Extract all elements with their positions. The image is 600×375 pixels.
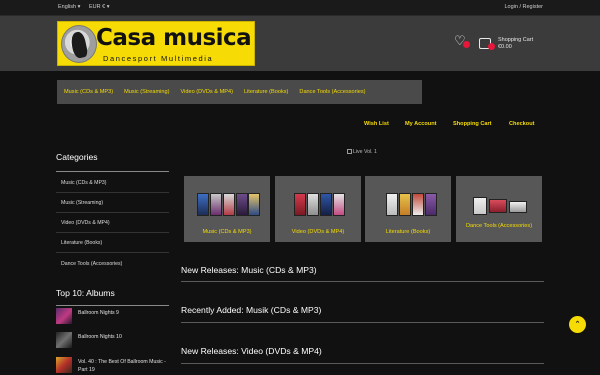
cart-button[interactable] [479,36,495,50]
album-cover [56,332,72,348]
tile-video[interactable]: Video (DVDs & MP4) [275,176,361,242]
tile-literature[interactable]: Literature (Books) [365,176,451,242]
banner-alt-text: Live Vol. 1 [353,149,377,155]
logo-disc-icon [61,25,97,63]
checkout-link[interactable]: Checkout [509,121,535,127]
cart-total: €0.00 [498,43,512,50]
album-item[interactable]: Ballroom Nights 10 [56,332,169,350]
section-title: New Releases: Video (DVDs & MP4) [181,346,322,356]
broken-image-icon [347,149,352,154]
tile-label: Video (DVDs & MP4) [291,229,345,235]
top-bar: English ▾ EUR € ▾ Login / Register [0,0,600,16]
sidebar-item-music-cds[interactable]: Music (CDs & MP3) [61,180,107,186]
tile-dance-tools[interactable]: Dance Tools (Accessories) [456,176,542,242]
tile-image [374,191,442,219]
sidebar-item-literature[interactable]: Literature (Books) [61,240,102,246]
site-logo[interactable]: Casa musica Dancesport Multimedia [57,21,255,66]
category-nav: Music (CDs & MP3) Music (Streaming) Vide… [57,80,422,104]
album-item[interactable]: Vol. 40 : The Best Of Ballroom Music - P… [56,357,169,375]
section-title: Recently Added: Musik (CDs & MP3) [181,305,322,315]
album-title: Ballroom Nights 10 [78,334,122,340]
nav-music-streaming[interactable]: Music (Streaming) [124,89,169,95]
logo-title: Casa musica [96,25,252,51]
divider [56,232,169,233]
divider [56,212,169,213]
album-title: Ballroom Nights 9 [78,310,119,316]
section-title: New Releases: Music (CDs & MP3) [181,265,317,275]
categories-divider [56,171,169,172]
top10-divider [56,305,169,306]
wishlist-link[interactable]: Wish List [364,121,389,127]
language-selector[interactable]: English ▾ [58,4,80,10]
nav-music-cds[interactable]: Music (CDs & MP3) [64,89,113,95]
tile-label: Literature (Books) [385,229,431,235]
nav-video[interactable]: Video (DVDs & MP4) [181,89,233,95]
currency-selector[interactable]: EUR € ▾ [89,4,110,10]
tile-music-cds[interactable]: Music (CDs & MP3) [184,176,270,242]
album-title: Vol. 40 : The Best Of Ballroom Music - P… [78,359,166,373]
nav-literature[interactable]: Literature (Books) [244,89,288,95]
sidebar-item-dance-tools[interactable]: Dance Tools (Accessories) [61,261,122,267]
album-cover [56,308,72,324]
tile-label: Dance Tools (Accessories) [465,223,533,229]
nav-dance-tools[interactable]: Dance Tools (Accessories) [299,89,365,95]
divider [56,252,169,253]
banner-image-placeholder[interactable]: Live Vol. 1 [347,149,377,155]
tile-image [465,191,533,219]
tile-image [193,191,261,219]
categories-heading: Categories [56,152,98,162]
top10-heading: Top 10: Albums [56,288,115,298]
section-divider [181,322,544,323]
album-item[interactable]: Ballroom Nights 9 [56,308,169,326]
album-cover [56,357,72,373]
cart-title: Shopping Cart [498,37,534,43]
tile-image [284,191,352,219]
header: Casa musica Dancesport Multimedia ♡ Shop… [0,16,600,71]
scroll-to-top-button[interactable]: ⌃ [569,316,586,333]
cart-summary[interactable]: Shopping Cart €0.00 [498,37,533,50]
tile-label: Music (CDs & MP3) [202,229,252,235]
my-account-link[interactable]: My Account [405,121,437,127]
section-divider [181,363,544,364]
wishlist-badge [463,41,470,48]
section-divider [181,281,544,282]
login-register-link[interactable]: Login / Register [504,4,543,10]
chevron-up-icon: ⌃ [574,321,581,328]
sidebar-item-music-streaming[interactable]: Music (Streaming) [61,200,103,206]
wishlist-button[interactable]: ♡ [454,33,470,48]
logo-subtitle: Dancesport Multimedia [103,54,214,63]
divider [56,192,169,193]
shopping-cart-link[interactable]: Shopping Cart [453,121,492,127]
cart-badge [488,43,495,50]
sidebar-item-video[interactable]: Video (DVDs & MP4) [61,220,110,226]
